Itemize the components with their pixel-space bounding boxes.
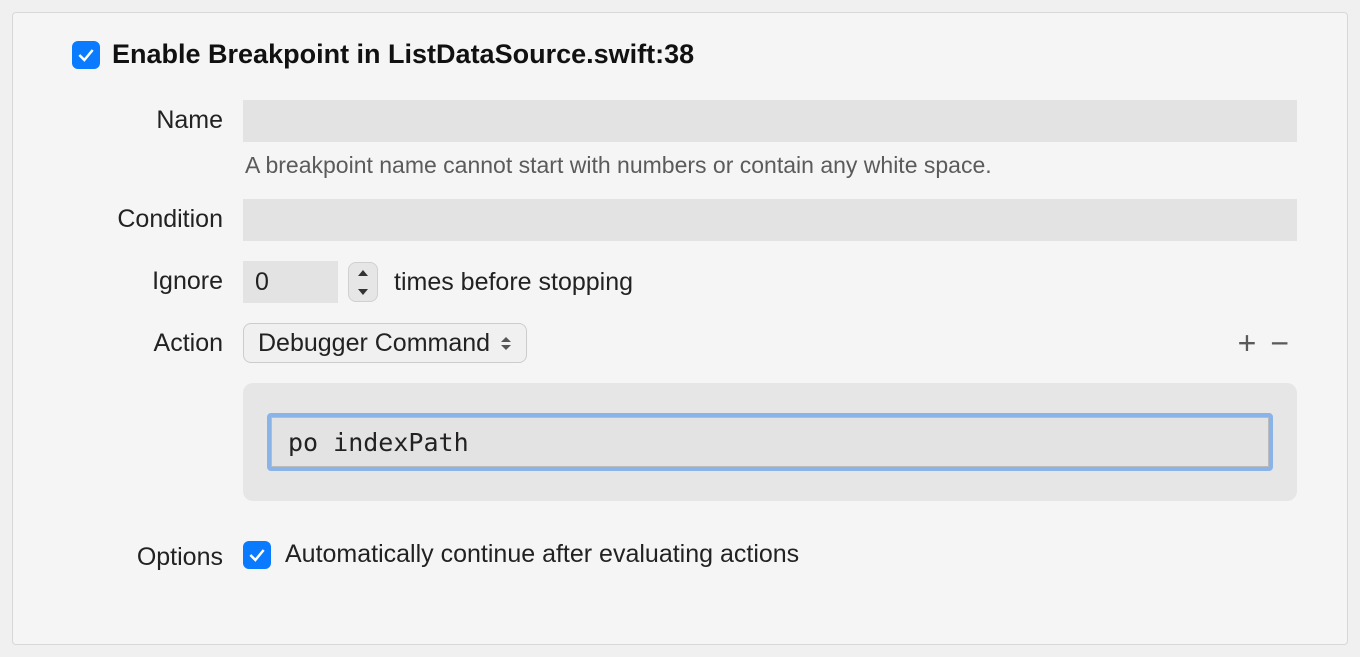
debugger-command-input[interactable] (271, 417, 1269, 467)
condition-label: Condition (63, 199, 243, 234)
stepper-up-icon[interactable] (349, 263, 377, 282)
name-hint: A breakpoint name cannot start with numb… (243, 152, 1297, 179)
auto-continue-label: Automatically continue after evaluating … (285, 540, 799, 569)
condition-row: Condition (63, 199, 1297, 241)
name-label: Name (63, 100, 243, 135)
select-arrows-icon (500, 336, 512, 351)
stepper-down-icon[interactable] (349, 282, 377, 301)
ignore-label: Ignore (63, 261, 243, 296)
auto-continue-checkbox[interactable] (243, 541, 271, 569)
action-add-remove: + − (1238, 327, 1297, 359)
header-row: Enable Breakpoint in ListDataSource.swif… (63, 39, 1297, 70)
enable-breakpoint-checkbox[interactable] (72, 41, 100, 69)
condition-input[interactable] (243, 199, 1297, 241)
header-title: Enable Breakpoint in ListDataSource.swif… (112, 39, 694, 70)
action-row: Action Debugger Command + − (63, 323, 1297, 363)
command-input-wrap (267, 413, 1273, 471)
name-input[interactable] (243, 100, 1297, 142)
ignore-row: Ignore times before stopping (63, 261, 1297, 303)
ignore-suffix: times before stopping (394, 268, 633, 297)
ignore-stepper[interactable] (348, 262, 378, 302)
action-body (243, 383, 1297, 501)
checkmark-icon (76, 45, 96, 65)
action-type-select[interactable]: Debugger Command (243, 323, 527, 363)
remove-action-button[interactable]: − (1270, 327, 1289, 359)
add-action-button[interactable]: + (1238, 327, 1257, 359)
checkmark-icon (247, 545, 267, 565)
breakpoint-editor-panel: Enable Breakpoint in ListDataSource.swif… (12, 12, 1348, 645)
options-label: Options (63, 537, 243, 572)
ignore-count-input[interactable] (243, 261, 338, 303)
action-label: Action (63, 323, 243, 358)
options-row: Options Automatically continue after eva… (63, 537, 1297, 572)
name-row: Name A breakpoint name cannot start with… (63, 100, 1297, 179)
action-type-selected: Debugger Command (258, 329, 490, 358)
